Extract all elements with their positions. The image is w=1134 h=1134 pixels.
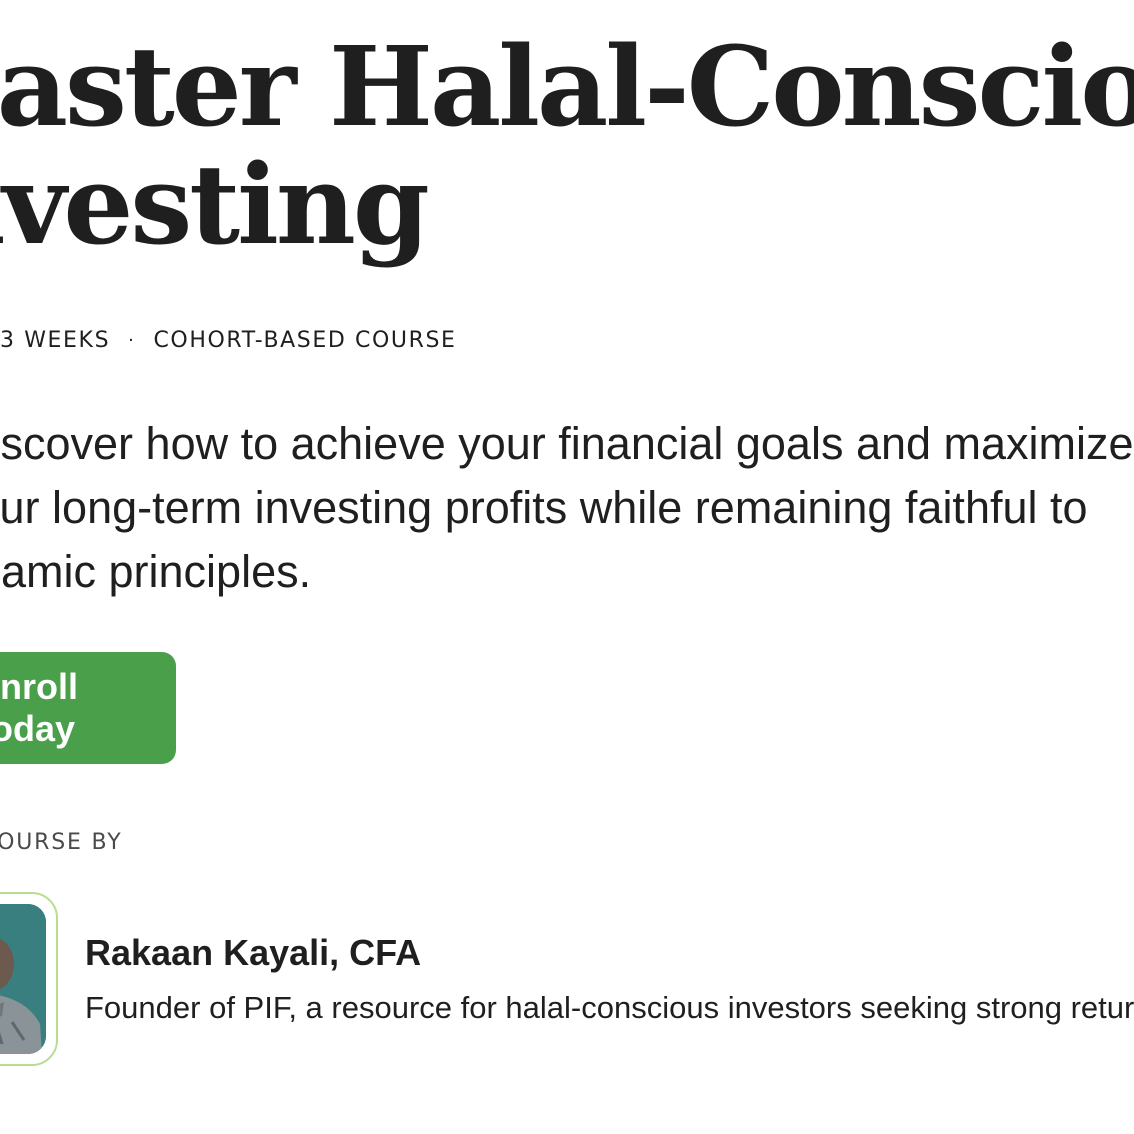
- meta-separator: ·: [128, 330, 136, 351]
- enroll-button[interactable]: Enroll today: [0, 652, 176, 764]
- course-landing-page: Master Halal-Conscious Investing · 3 WEE…: [0, 0, 1134, 1134]
- description-line: Islamic principles.: [0, 546, 312, 597]
- instructor-name[interactable]: Rakaan Kayali, CFA: [85, 932, 421, 974]
- course-title: Master Halal-Conscious Investing: [0, 28, 1134, 264]
- description-line: your long-term investing profits while r…: [0, 482, 1088, 533]
- course-by-label: COURSE BY: [0, 830, 123, 855]
- course-duration: 3 WEEKS: [0, 328, 111, 353]
- description-line: Discover how to achieve your financial g…: [0, 418, 1134, 469]
- course-format: COHORT-BASED COURSE: [153, 328, 457, 353]
- instructor-avatar: [0, 904, 46, 1054]
- instructor-bio: Founder of PIF, a resource for halal-con…: [85, 990, 1134, 1025]
- course-meta: · 3 WEEKS · COHORT-BASED COURSE: [0, 328, 457, 353]
- instructor-photo: [0, 904, 46, 1054]
- course-description: Discover how to achieve your financial g…: [0, 412, 1134, 604]
- course-title-line-1: Master Halal-Conscious: [0, 22, 1134, 151]
- instructor-avatar-frame[interactable]: [0, 892, 58, 1066]
- course-title-line-2: Investing: [0, 140, 430, 269]
